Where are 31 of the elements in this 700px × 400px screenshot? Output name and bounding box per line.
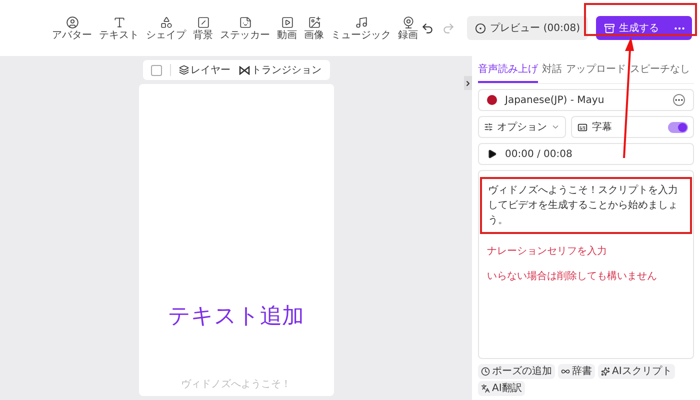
toolbar-item[interactable]: 動画 [277,16,297,40]
subtitle-caption: ヴィドノズへようこそ！ [181,378,291,392]
script-editor[interactable]: ヴィドノズへようこそ！スクリプトを入力してビデオを生成することから始めましょう。 ナレーションセリフを入力 いらない場合は削除しても構いません [478,170,694,359]
tool-button[interactable]: AI翻訳 [478,381,525,396]
toolbar-item[interactable]: 背景 [193,16,213,40]
time-label: 00:00 / 00:08 [505,148,572,162]
subtitle-label: 字幕 [592,120,612,134]
toolbar-item[interactable]: ステッカー [220,16,270,40]
voice-selector[interactable]: Japanese(JP) - Mayu [478,89,694,111]
tool-button[interactable]: 辞書 [558,364,595,379]
toolbar-item[interactable]: アバター [52,16,92,40]
toolbar-item[interactable]: 画像 [304,16,324,40]
transition-button[interactable]: トランジション [238,62,322,78]
toolbar-item[interactable]: ミュージック [331,16,391,40]
text-heading[interactable]: テキスト追加 [168,300,304,333]
panel-tab[interactable]: スピーチなし [630,62,690,83]
layer-button[interactable]: レイヤー [178,62,230,78]
hint-text: ナレーションセリフを入力 [487,244,608,259]
toolbar-item[interactable]: 録画 [398,16,418,40]
hint-text: いらない場合は削除しても構いません [487,270,658,284]
tool-button[interactable]: ポーズの追加 [478,364,555,379]
options-dropdown[interactable]: オプション [478,116,566,138]
toolbar-item[interactable]: シェイプ [146,16,186,40]
preview-button[interactable]: プレビュー (00:08) [467,16,588,40]
script-text: ヴィドノズへようこそ！スクリプトを入力してビデオを生成することから始めましょう。 [488,184,679,228]
toolbar-item[interactable]: テキスト [99,16,139,40]
tool-button[interactable]: AIスクリプト [598,364,675,379]
panel-tab[interactable]: アップロード [566,62,626,83]
panel-tab[interactable]: 音声読み上げ [478,62,538,83]
panel-tab[interactable]: 対話 [542,62,562,83]
voice-name: Japanese(JP) - Mayu [505,94,606,108]
